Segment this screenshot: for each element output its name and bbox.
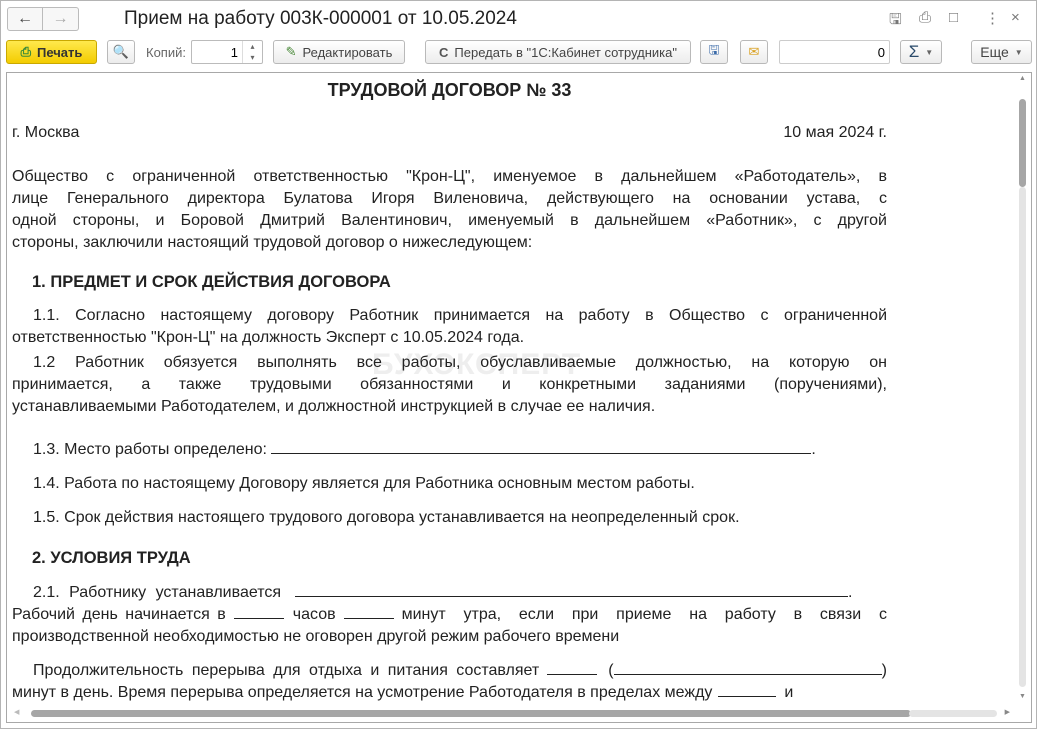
more-button[interactable]: Еще ▼ bbox=[971, 40, 1032, 64]
paragraph-intro: Общество с ограниченной ответственностью… bbox=[12, 168, 887, 251]
scroll-left-icon[interactable]: ◀ bbox=[14, 708, 19, 716]
save-icon[interactable]: 🖫 bbox=[889, 9, 902, 34]
vertical-scrollbar[interactable]: ▲ ▼ bbox=[1017, 75, 1028, 700]
print-icon[interactable]: ⎙ bbox=[919, 9, 931, 26]
paragraph-2-1: 2.1. Работнику устанавливается. Рабочий … bbox=[12, 582, 887, 645]
paragraph-1-5: 1.5. Срок действия настоящего трудового … bbox=[33, 509, 740, 526]
sum-button[interactable]: Σ ▼ bbox=[900, 40, 942, 64]
blank-field bbox=[613, 660, 882, 675]
blank-field bbox=[718, 682, 777, 697]
more-menu-icon[interactable]: ⋮ bbox=[985, 9, 1000, 27]
blank-field bbox=[343, 604, 394, 619]
preview-icon[interactable]: □ bbox=[949, 9, 958, 26]
section-heading-2: 2. УСЛОВИЯ ТРУДА bbox=[32, 549, 191, 567]
horizontal-scroll-thumb[interactable] bbox=[31, 710, 911, 717]
document-title: ТРУДОВОЙ ДОГОВОР № 33 bbox=[327, 80, 572, 100]
1c-icon: C bbox=[439, 44, 449, 60]
section-heading-1: 1. ПРЕДМЕТ И СРОК ДЕЙСТВИЯ ДОГОВОРА bbox=[32, 273, 391, 291]
preview-button[interactable]: 🔍 bbox=[107, 40, 135, 64]
scroll-up-icon[interactable]: ▲ bbox=[1017, 75, 1028, 82]
window-title: Прием на работу 003К-000001 от 10.05.202… bbox=[124, 8, 517, 29]
chevron-down-icon: ▼ bbox=[925, 47, 934, 57]
printer-icon: ⎙ bbox=[20, 44, 31, 59]
sum-field[interactable]: 0 bbox=[779, 40, 890, 64]
back-button[interactable]: ← bbox=[7, 7, 43, 31]
document-view[interactable]: БУХЭКСПЕРТ ТРУДОВОЙ ДОГОВОР № 33 г. Моск… bbox=[6, 72, 1032, 723]
scroll-down-icon[interactable]: ▼ bbox=[1017, 693, 1028, 700]
send-email-button[interactable]: ✉ bbox=[740, 40, 768, 64]
send-to-cabinet-button[interactable]: C Передать в "1С:Кабинет сотрудника" bbox=[425, 40, 691, 64]
vertical-scroll-thumb[interactable] bbox=[1019, 99, 1026, 187]
scroll-right-icon[interactable]: ▶ bbox=[1005, 708, 1010, 716]
paragraph-1-3: 1.3. Место работы определено: . bbox=[33, 439, 816, 458]
copies-stepper[interactable]: ▴ ▾ bbox=[242, 41, 262, 63]
paragraph-1-2: 1.2 Работник обязуется выполнять все раб… bbox=[12, 354, 887, 415]
chevron-down-icon: ▼ bbox=[1014, 47, 1023, 57]
copies-input[interactable]: 1 ▴ ▾ bbox=[191, 40, 263, 64]
blank-field bbox=[271, 439, 812, 454]
paragraph-2-2: Продолжительность перерыва для отдыха и … bbox=[12, 660, 887, 701]
contract-date: 10 мая 2024 г. bbox=[783, 124, 887, 141]
city: г. Москва bbox=[12, 124, 80, 141]
edit-button[interactable]: ✎ Редактировать bbox=[273, 40, 405, 64]
save-signed-button[interactable]: 🖫 bbox=[700, 40, 728, 64]
blank-field bbox=[295, 582, 849, 597]
blank-field bbox=[547, 660, 598, 675]
blank-field bbox=[233, 604, 284, 619]
close-icon[interactable]: × bbox=[1011, 9, 1020, 26]
print-button[interactable]: ⎙ Печать bbox=[6, 40, 97, 64]
edit-icon: ✎ bbox=[285, 44, 297, 59]
forward-button[interactable]: → bbox=[43, 7, 79, 31]
horizontal-scrollbar[interactable]: ◀ ▶ bbox=[9, 708, 1013, 719]
paragraph-1-1: 1.1. Согласно настоящему договору Работн… bbox=[12, 307, 887, 346]
copies-label: Копий: bbox=[146, 45, 186, 60]
paragraph-1-4: 1.4. Работа по настоящему Договору являе… bbox=[33, 475, 695, 492]
